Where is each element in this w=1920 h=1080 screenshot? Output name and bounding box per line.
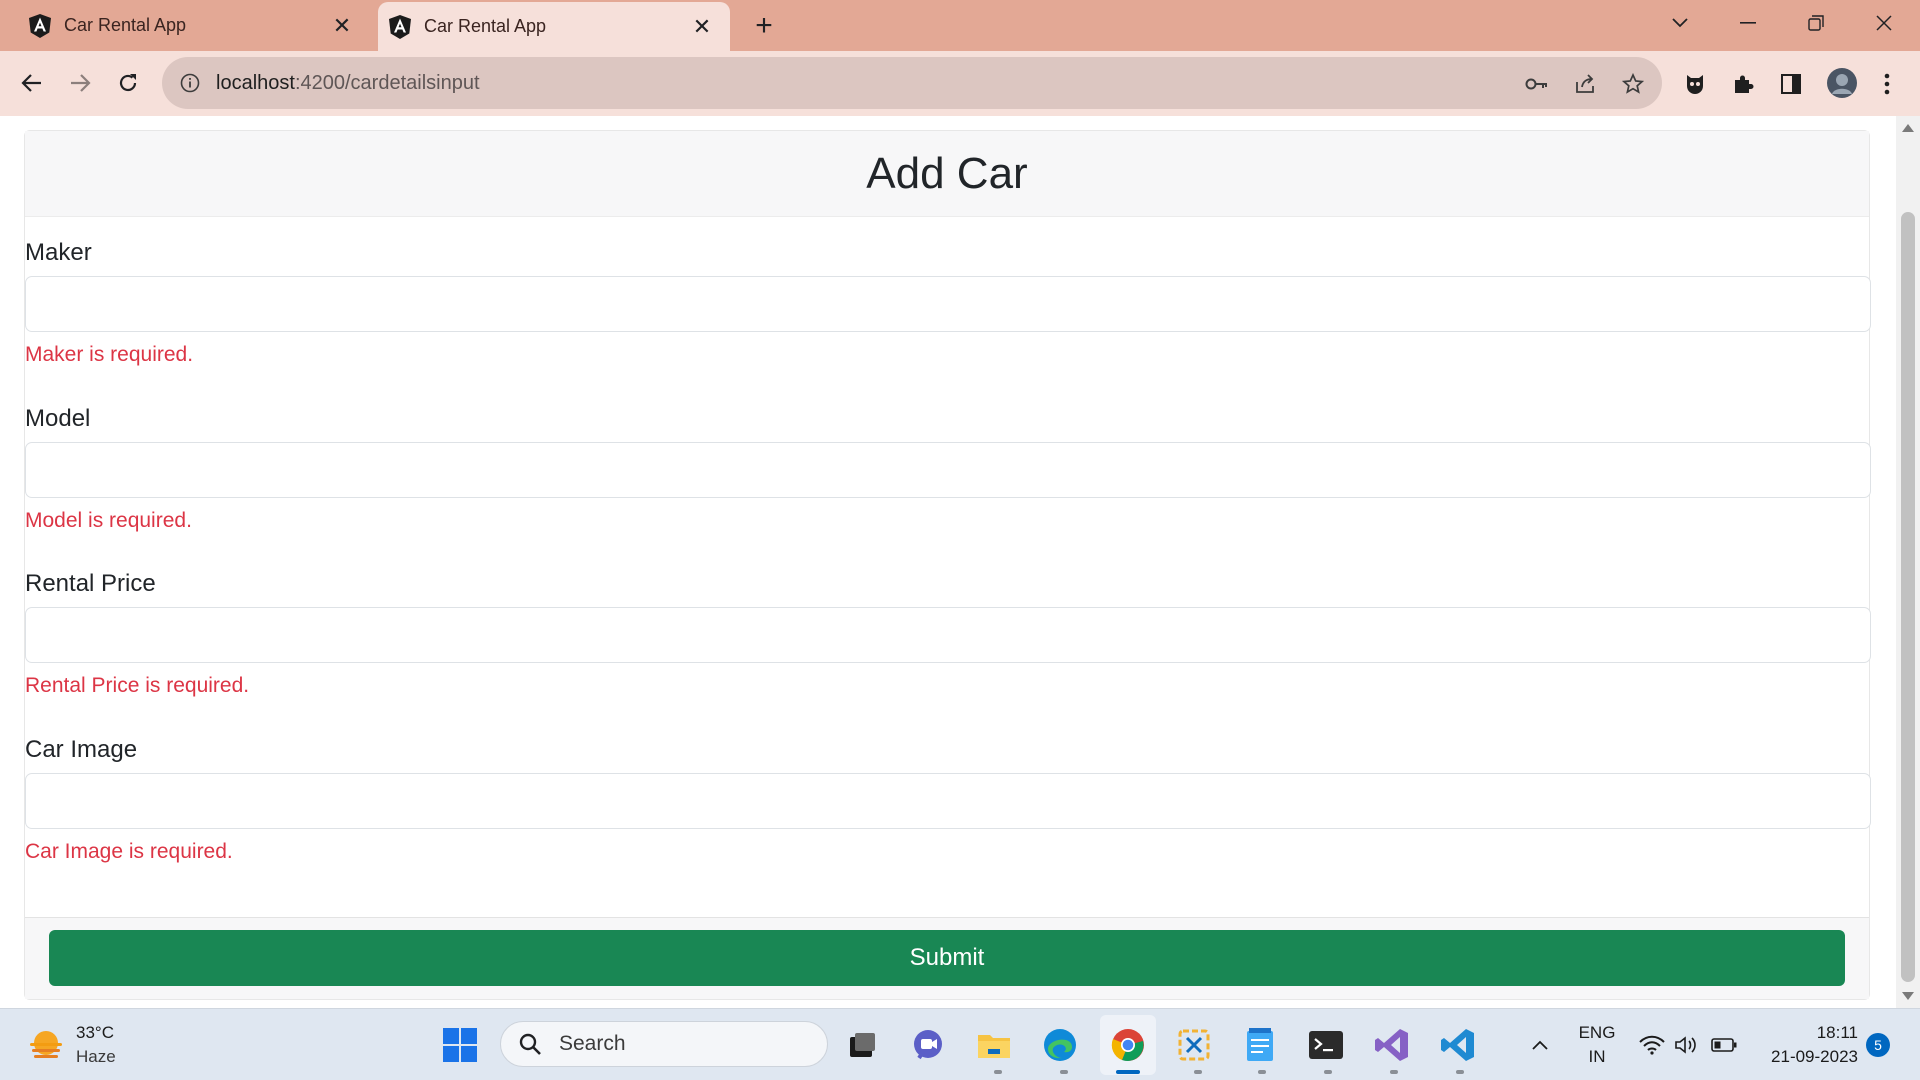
- weather-temperature[interactable]: 33°C: [76, 1023, 114, 1043]
- page-title: Add Car: [866, 148, 1028, 198]
- extension-mask-icon[interactable]: [1680, 69, 1710, 99]
- car-image-input[interactable]: [25, 773, 1871, 829]
- angular-icon: [388, 14, 412, 39]
- page-scrollbar[interactable]: [1896, 116, 1920, 1008]
- rental-price-input[interactable]: [25, 607, 1871, 663]
- browser-menu-icon[interactable]: [1872, 69, 1902, 99]
- tab-car-rental-inactive[interactable]: Car Rental App ✕: [0, 0, 370, 51]
- tab-bar: Car Rental App ✕ Car Rental App ✕ +: [0, 0, 1920, 51]
- search-icon: [517, 1031, 543, 1057]
- url-text: localhost:4200/cardetailsinput: [216, 72, 480, 95]
- back-arrow-icon[interactable]: [14, 65, 50, 101]
- address-bar[interactable]: localhost:4200/cardetailsinput: [162, 57, 1662, 109]
- model-input[interactable]: [25, 442, 1871, 498]
- terminal-icon[interactable]: [1304, 1023, 1348, 1067]
- model-label: Model: [25, 405, 91, 432]
- running-indicator: [1060, 1070, 1068, 1074]
- running-indicator: [1390, 1070, 1398, 1074]
- windows-taskbar: 33°C Haze Search ENG IN 18:11 21-09-2023…: [0, 1008, 1920, 1080]
- url-host: localhost: [216, 71, 295, 94]
- active-indicator: [1116, 1070, 1140, 1074]
- weather-description[interactable]: Haze: [76, 1047, 116, 1067]
- bookmark-star-icon[interactable]: [1618, 69, 1648, 99]
- add-car-card: Add Car Maker Maker is required. Model M…: [24, 130, 1871, 1000]
- visual-studio-icon[interactable]: [1370, 1023, 1414, 1067]
- teams-chat-icon[interactable]: [906, 1023, 950, 1067]
- weather-haze-icon[interactable]: [26, 1025, 66, 1065]
- side-panel-icon[interactable]: [1776, 69, 1806, 99]
- car-image-error: Car Image is required.: [25, 840, 233, 863]
- angular-icon: [28, 13, 52, 38]
- tab-search-chevron-icon[interactable]: [1660, 6, 1700, 40]
- vscode-icon[interactable]: [1436, 1023, 1480, 1067]
- tab-car-rental-active[interactable]: Car Rental App ✕: [378, 2, 730, 51]
- close-tab-icon[interactable]: ✕: [328, 12, 356, 40]
- running-indicator: [1324, 1070, 1332, 1074]
- notepad-icon[interactable]: [1238, 1023, 1282, 1067]
- search-placeholder: Search: [559, 1032, 626, 1055]
- tray-chevron-up-icon[interactable]: [1518, 1023, 1562, 1067]
- profile-avatar[interactable]: [1824, 65, 1860, 101]
- taskbar-search-box[interactable]: Search: [500, 1021, 828, 1067]
- maker-input[interactable]: [25, 276, 1871, 332]
- browser-toolbar: localhost:4200/cardetailsinput: [0, 51, 1920, 116]
- scroll-thumb[interactable]: [1901, 212, 1915, 982]
- extensions-puzzle-icon[interactable]: [1728, 69, 1758, 99]
- site-info-icon[interactable]: [178, 71, 202, 95]
- clock-time[interactable]: 18:11: [1754, 1023, 1858, 1043]
- card-header: Add Car: [25, 131, 1869, 217]
- rental-price-label: Rental Price: [25, 570, 156, 597]
- car-image-label: Car Image: [25, 736, 138, 763]
- submit-button[interactable]: Submit: [49, 930, 1845, 986]
- maker-error: Maker is required.: [25, 343, 194, 366]
- clock-date[interactable]: 21-09-2023: [1754, 1047, 1858, 1067]
- windows-start-icon[interactable]: [438, 1023, 482, 1067]
- close-tab-icon[interactable]: ✕: [688, 13, 716, 41]
- close-window-button[interactable]: [1864, 6, 1904, 40]
- running-indicator: [994, 1070, 1002, 1074]
- maker-label: Maker: [25, 239, 92, 266]
- running-indicator: [1258, 1070, 1266, 1074]
- language-indicator-top[interactable]: ENG: [1570, 1023, 1624, 1043]
- tab-title: Car Rental App: [64, 15, 187, 35]
- tab-title: Car Rental App: [424, 16, 547, 36]
- notification-badge[interactable]: 5: [1866, 1033, 1890, 1057]
- model-error: Model is required.: [25, 509, 192, 532]
- edge-browser-icon[interactable]: [1038, 1023, 1082, 1067]
- forward-arrow-icon[interactable]: [62, 65, 98, 101]
- key-icon[interactable]: [1522, 69, 1552, 99]
- scroll-down-arrow-icon[interactable]: [1902, 992, 1914, 1000]
- reload-icon[interactable]: [110, 65, 146, 101]
- language-indicator-bottom[interactable]: IN: [1570, 1047, 1624, 1067]
- restore-button[interactable]: [1796, 6, 1836, 40]
- running-indicator: [1456, 1070, 1464, 1074]
- snipping-tool-icon[interactable]: [1172, 1023, 1216, 1067]
- scroll-up-arrow-icon[interactable]: [1902, 124, 1914, 132]
- task-view-icon[interactable]: [840, 1023, 884, 1067]
- file-explorer-icon[interactable]: [972, 1023, 1016, 1067]
- new-tab-button[interactable]: +: [748, 10, 780, 42]
- running-indicator: [1194, 1070, 1202, 1074]
- chrome-icon[interactable]: [1106, 1023, 1150, 1067]
- battery-icon[interactable]: [1702, 1023, 1746, 1067]
- page-viewport: Add Car Maker Maker is required. Model M…: [0, 116, 1896, 1008]
- share-icon[interactable]: [1570, 69, 1600, 99]
- rental-price-error: Rental Price is required.: [25, 674, 250, 697]
- minimize-button[interactable]: [1728, 6, 1768, 40]
- card-footer: Submit: [25, 917, 1869, 999]
- url-path: :4200/cardetailsinput: [294, 71, 480, 94]
